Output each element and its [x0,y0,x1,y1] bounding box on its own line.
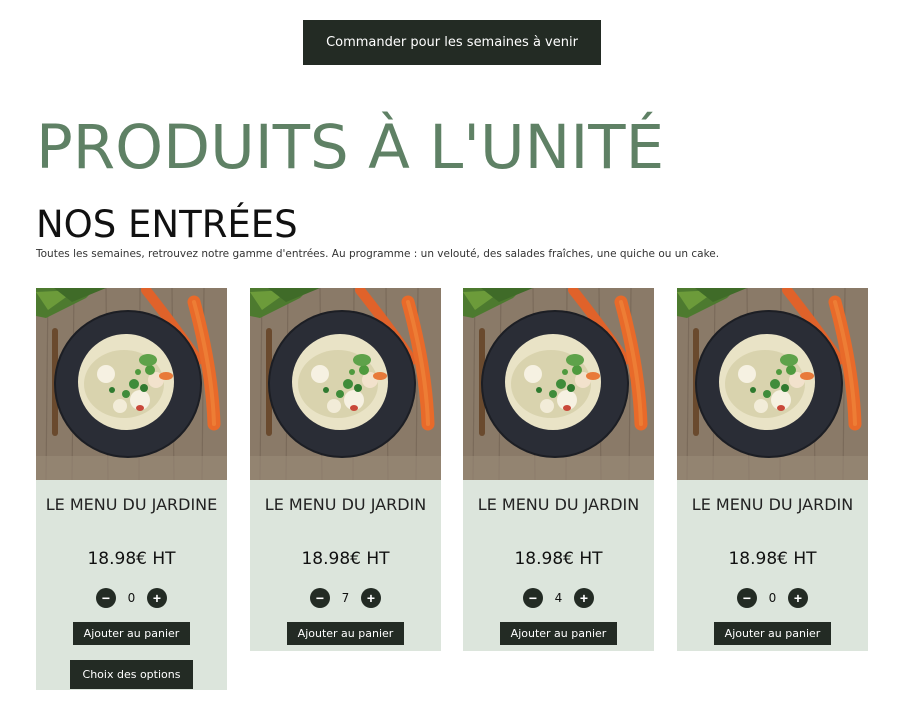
plus-icon[interactable]: + [788,588,808,608]
quantity-value: 7 [341,591,350,605]
product-image[interactable] [677,288,868,480]
minus-icon[interactable]: − [737,588,757,608]
product-name[interactable]: LE MENU DU JARDIN [258,494,433,536]
add-to-cart-button[interactable]: Ajouter au panier [499,622,618,645]
plus-icon[interactable]: + [361,588,381,608]
quantity-stepper: − 7 + [250,588,441,608]
product-card: LE MENU DU JARDINE 18.98€ HT − 0 + Ajout… [36,288,227,690]
add-to-cart-button[interactable]: Ajouter au panier [72,622,191,645]
plus-icon[interactable]: + [574,588,594,608]
product-name[interactable]: LE MENU DU JARDINE [44,494,219,536]
plus-icon[interactable]: + [147,588,167,608]
product-price: 18.98€ HT [87,549,176,569]
product-name[interactable]: LE MENU DU JARDIN [471,494,646,536]
minus-icon[interactable]: − [310,588,330,608]
quantity-stepper: − 0 + [36,588,227,608]
product-card: LE MENU DU JARDIN 18.98€ HT − 0 + Ajoute… [677,288,868,651]
quantity-stepper: − 0 + [677,588,868,608]
add-to-cart-button[interactable]: Ajouter au panier [286,622,405,645]
product-price: 18.98€ HT [728,549,817,569]
product-image[interactable] [36,288,227,480]
quantity-value: 4 [554,591,563,605]
product-price: 18.98€ HT [301,549,390,569]
order-weeks-button[interactable]: Commander pour les semaines à venir [303,20,601,65]
product-price: 18.98€ HT [514,549,603,569]
quantity-value: 0 [127,591,136,605]
options-button[interactable]: Choix des options [69,660,194,689]
product-image[interactable] [250,288,441,480]
minus-icon[interactable]: − [96,588,116,608]
product-name[interactable]: LE MENU DU JARDIN [685,494,860,536]
product-card: LE MENU DU JARDIN 18.98€ HT − 7 + Ajoute… [250,288,441,651]
minus-icon[interactable]: − [523,588,543,608]
product-image[interactable] [463,288,654,480]
product-card: LE MENU DU JARDIN 18.98€ HT − 4 + Ajoute… [463,288,654,651]
section-title: NOS ENTRÉES [36,203,298,246]
quantity-value: 0 [768,591,777,605]
page-title: PRODUITS À L'UNITÉ [36,112,665,183]
quantity-stepper: − 4 + [463,588,654,608]
add-to-cart-button[interactable]: Ajouter au panier [713,622,832,645]
section-description: Toutes les semaines, retrouvez notre gam… [36,248,720,260]
